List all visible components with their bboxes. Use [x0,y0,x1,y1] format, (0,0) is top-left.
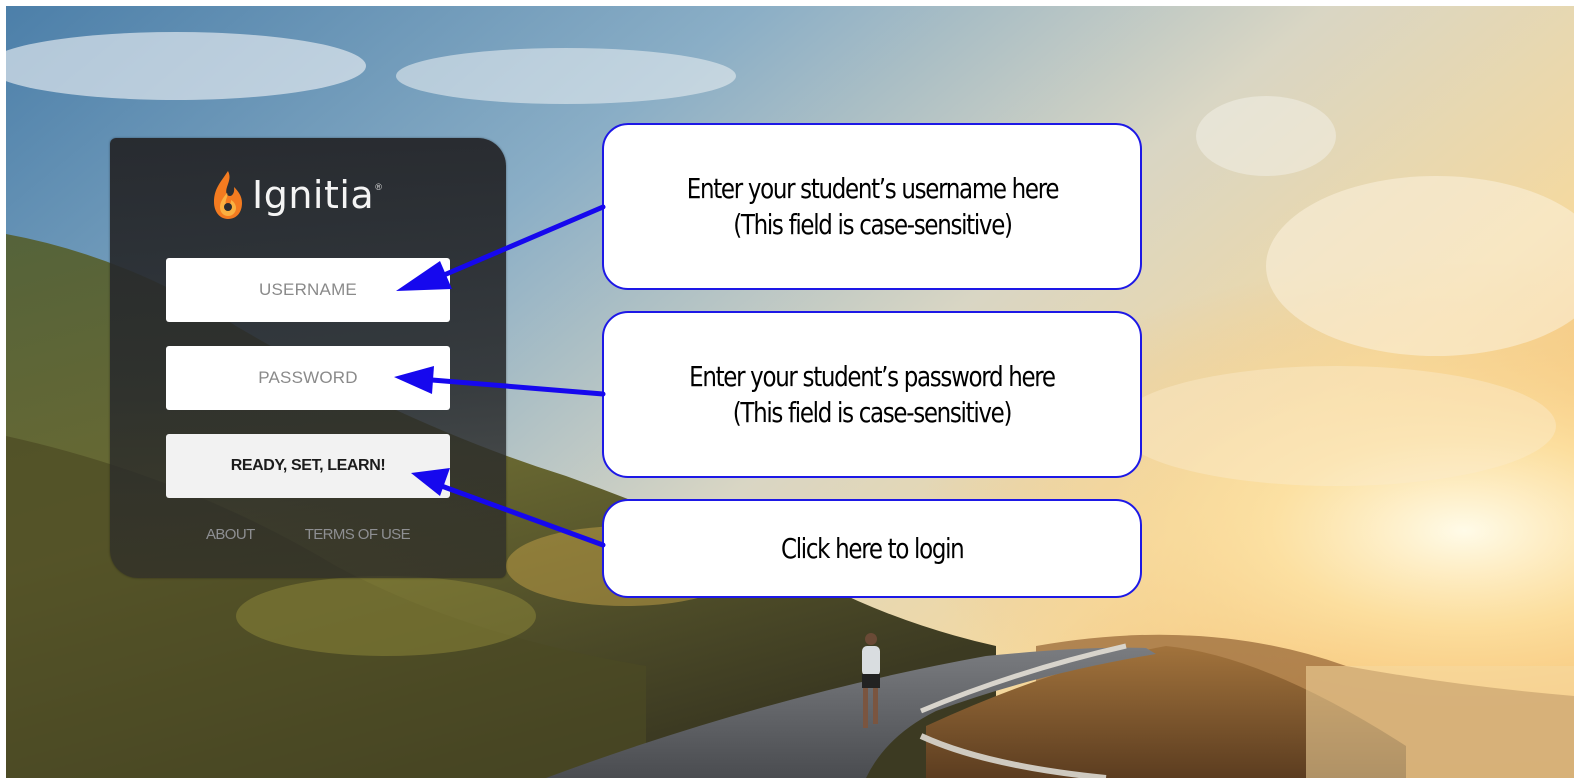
password-input[interactable] [166,346,450,410]
callout-line: (This field is case-sensitive) [732,207,1013,241]
callout-line: (This field is case-sensitive) [732,395,1013,429]
username-input[interactable] [166,258,450,322]
login-panel: Ignitia ® READY, SET, LEARN! ABOUT TERMS… [110,138,506,578]
username-callout: Enter your student’s username here (This… [602,123,1142,290]
registered-mark: ® [375,182,382,192]
footer-links: ABOUT TERMS OF USE [110,526,506,543]
callout-line: Click here to login [780,531,965,565]
terms-of-use-link[interactable]: TERMS OF USE [305,526,411,543]
callout-line: Enter your student’s username here [686,171,1059,205]
ignitia-logo: Ignitia ® [210,164,382,226]
about-link[interactable]: ABOUT [206,526,255,543]
flame-icon [214,171,242,219]
password-callout: Enter your student’s password here (This… [602,311,1142,478]
login-screen: Ignitia ® READY, SET, LEARN! ABOUT TERMS… [0,0,1574,784]
login-callout: Click here to login [602,499,1142,598]
brand-name: Ignitia [252,173,375,217]
login-button[interactable]: READY, SET, LEARN! [166,434,450,498]
callout-line: Enter your student’s password here [689,359,1056,393]
